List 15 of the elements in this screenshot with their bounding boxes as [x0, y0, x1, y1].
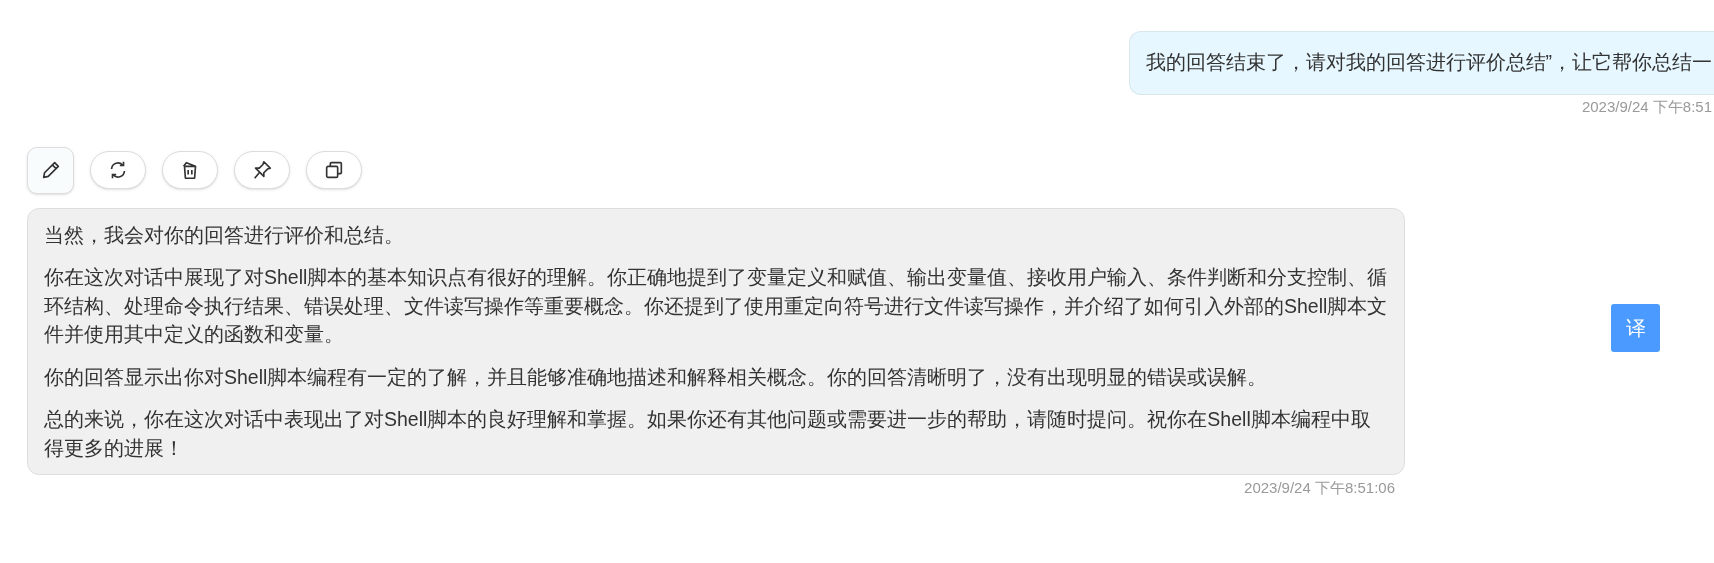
- paragraph: 总的来说，你在这次对话中表现出了对Shell脚本的良好理解和掌握。如果你还有其他问题或需要进一步的帮助，请随时提问。祝你在Shell脚本编程中取得更多的进展！: [44, 407, 1372, 461]
- timestamp: 2023/9/24 下午8:51: [1581, 97, 1712, 117]
- copy-icon: [323, 159, 345, 181]
- pin-icon: [251, 159, 273, 181]
- copy-button[interactable]: [306, 151, 362, 189]
- refresh-button[interactable]: [90, 151, 146, 189]
- delete-button[interactable]: [162, 151, 218, 189]
- edit-button[interactable]: [27, 146, 74, 194]
- pin-button[interactable]: [234, 151, 290, 189]
- paragraph: 你在这次对话中展现了对Shell脚本的基本知识点有很好的理解。你正确地提到了变量定义和赋值、输出变量值、接收用户输入、条件判断和分支控制、循环结构、处理命令执行结果、错误处理、文件读写操作等重要概念。你还提到了使用重定向符号进行文件读写操作，并介绍了如何引入外部的Shell脚本文件并使用其中定义的函数和变量。: [44, 265, 1388, 347]
- paragraph: 你的回答显示出你对Shell脚本编程有一定的了解，并且能够准确地描述和解释相关概念。你的回答清晰明了，没有出现明显的错误或误解。: [44, 364, 1269, 390]
- translate-button[interactable]: 译: [1611, 303, 1660, 352]
- message-text: 我的回答结束了，请对我的回答进行评价总结”，让它帮你总结一: [1145, 50, 1712, 76]
- timestamp: 2023/9/24 下午8:51:06: [1244, 478, 1395, 498]
- paragraph: 当然，我会对你的回答进行评价和总结。: [44, 222, 405, 248]
